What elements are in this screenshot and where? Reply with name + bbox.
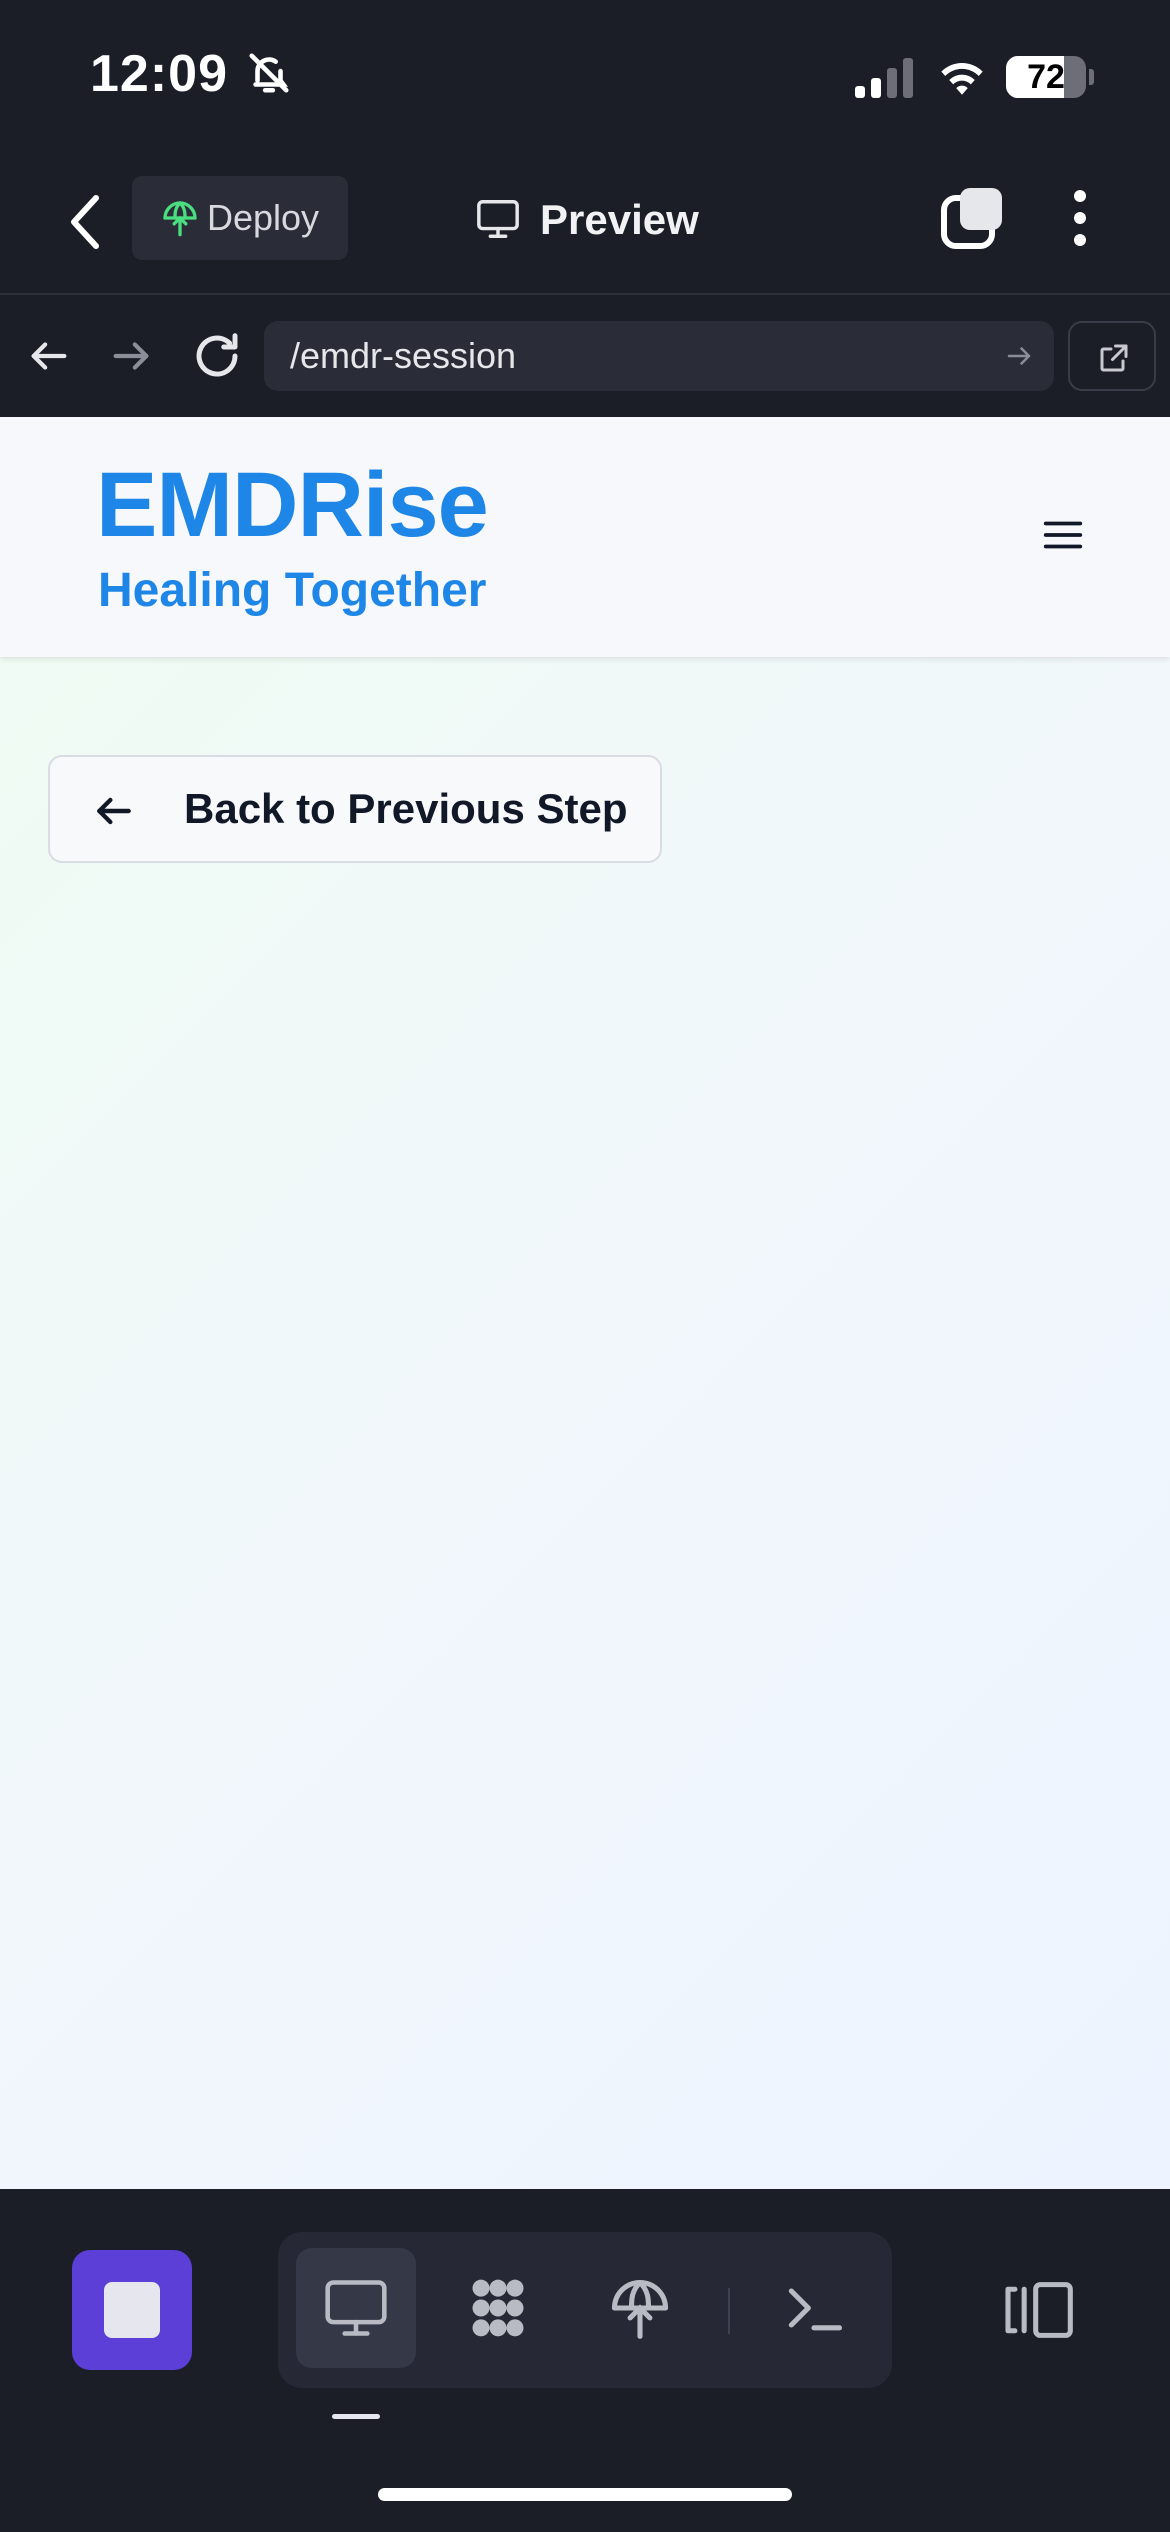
monitor-icon	[477, 200, 519, 238]
apps-icon	[472, 2279, 524, 2337]
arrow-right-small-icon[interactable]	[1004, 341, 1034, 371]
home-indicator[interactable]	[378, 2488, 792, 2501]
external-link-icon	[1100, 344, 1128, 372]
tool-terminal[interactable]	[754, 2248, 874, 2368]
url-input[interactable]: /emdr-session	[264, 321, 1054, 391]
battery-nub	[1089, 69, 1094, 85]
url-bar: /emdr-session	[0, 297, 1170, 415]
wifi-icon	[941, 62, 983, 95]
tool-preview[interactable]	[296, 2248, 416, 2368]
deploy-icon	[163, 201, 197, 237]
deploy-icon	[611, 2279, 669, 2339]
app-top-bar: Deploy Preview	[0, 150, 1170, 295]
stop-button[interactable]	[72, 2250, 192, 2370]
preview-label: Preview	[540, 196, 699, 243]
stop-icon	[104, 2282, 160, 2338]
bell-slash-icon	[249, 53, 289, 93]
signal-icon	[855, 58, 913, 98]
deploy-label: Deploy	[207, 197, 320, 238]
panel-toggle-icon[interactable]	[1000, 2280, 1076, 2340]
status-bar: 12:09 72	[0, 0, 1170, 150]
deploy-button[interactable]: Deploy	[132, 176, 348, 260]
active-tool-indicator	[332, 2414, 380, 2419]
tabs-icon[interactable]	[940, 186, 1004, 250]
arrow-left-icon	[97, 797, 131, 825]
arrow-right-icon[interactable]	[108, 333, 154, 379]
status-time: 12:09	[90, 45, 228, 103]
more-vertical-icon[interactable]	[1062, 186, 1098, 250]
tool-divider	[728, 2288, 730, 2334]
back-button-label: Back to Previous Step	[184, 785, 628, 832]
brand-logo[interactable]: EMDRise	[96, 453, 489, 558]
site-header: EMDRise Healing Together	[0, 417, 1170, 657]
terminal-icon	[788, 2288, 843, 2331]
url-text: /emdr-session	[290, 335, 517, 376]
tool-deploy[interactable]	[580, 2248, 700, 2368]
tool-apps[interactable]	[438, 2248, 558, 2368]
chevron-left-icon[interactable]	[64, 192, 108, 252]
battery-percent: 72	[1027, 58, 1065, 96]
arrow-left-icon[interactable]	[26, 333, 72, 379]
brand-tagline: Healing Together	[98, 564, 487, 617]
hamburger-menu-icon[interactable]	[1040, 515, 1086, 555]
reload-icon[interactable]	[190, 329, 244, 383]
back-to-previous-step-button[interactable]: Back to Previous Step	[48, 755, 662, 863]
bottom-toolbar	[0, 2190, 1170, 2532]
open-external-button[interactable]	[1068, 321, 1156, 391]
monitor-icon	[325, 2280, 387, 2336]
battery-icon: 72	[1006, 56, 1094, 98]
battery-body: 72	[1006, 56, 1086, 98]
web-preview: EMDRise Healing Together Back to Previou…	[0, 417, 1170, 2189]
tool-switcher	[278, 2232, 892, 2388]
